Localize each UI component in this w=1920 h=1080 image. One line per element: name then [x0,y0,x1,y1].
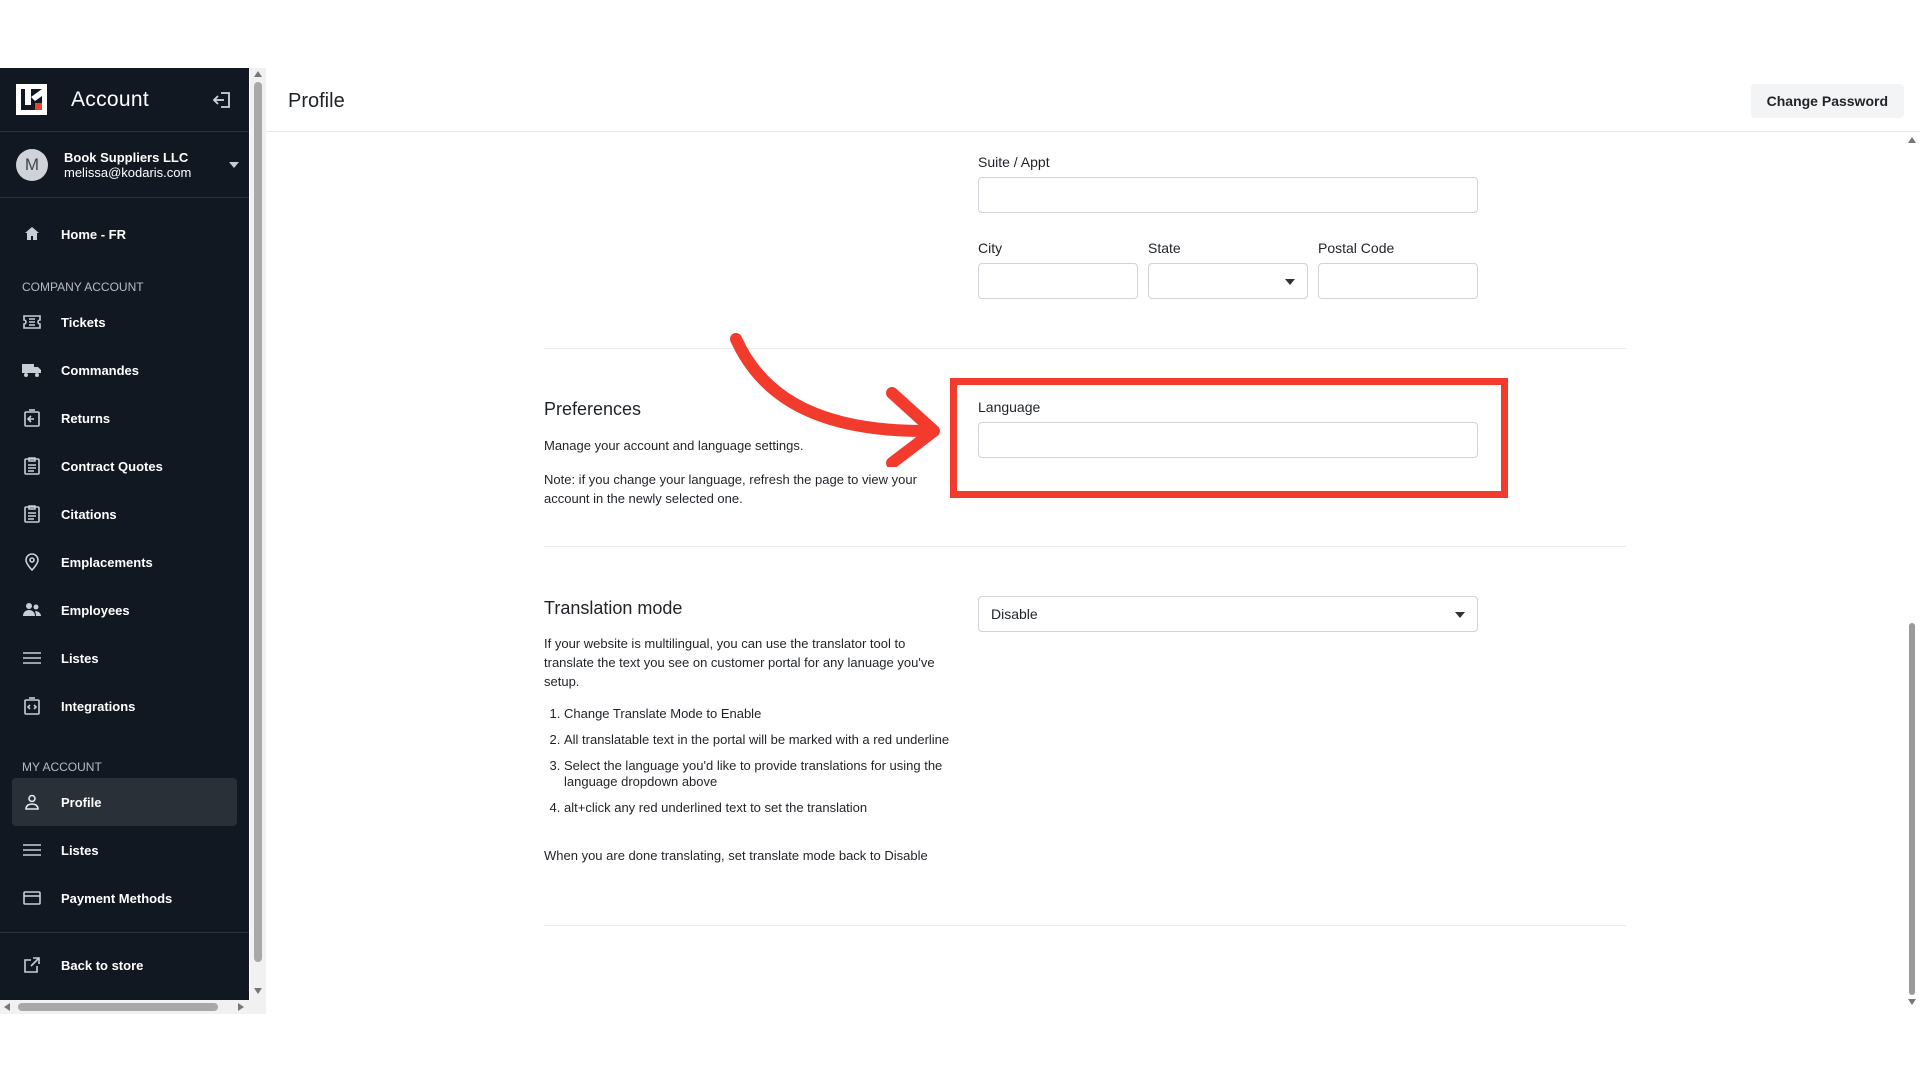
clipboard-icon [22,504,42,524]
list-icon [22,840,42,860]
page-vertical-scrollbar[interactable] [1904,133,1920,1010]
scroll-up-arrow-icon[interactable] [1908,137,1916,143]
section-divider [544,925,1626,926]
section-my-account: MY ACCOUNT [22,760,102,774]
logout-icon[interactable] [209,87,235,113]
postal-code-label: Postal Code [1318,240,1395,256]
section-divider [544,546,1626,547]
city-label: City [978,240,1003,256]
list-item: alt+click any red underlined text to set… [564,800,954,816]
page-header: Profile Change Password [266,68,1920,132]
sidebar-item-commandes[interactable]: Commandes [0,346,249,394]
sidebar-item-citations[interactable]: Citations [0,490,249,538]
return-box-icon [22,408,42,428]
truck-icon [22,360,42,380]
sidebar-item-label: Citations [61,506,117,522]
highlight-box [950,378,1508,498]
sidebar-item-label: Contract Quotes [61,458,163,474]
profile-form: Suite / Appt City State Postal Code Pref… [266,133,1904,1010]
state-label: State [1148,240,1181,256]
translation-mode-select[interactable]: Disable [978,596,1478,632]
sidebar-item-profile[interactable]: Profile [12,778,237,826]
sidebar-item-contract-quotes[interactable]: Contract Quotes [0,442,249,490]
sidebar-item-label: Employees [61,602,130,618]
sidebar-item-my-listes[interactable]: Listes [0,826,249,874]
suite-input[interactable] [978,177,1478,213]
integration-icon [22,696,42,716]
sidebar-divider [0,932,249,933]
chevron-down-icon [1455,612,1465,618]
sidebar-item-label: Tickets [61,314,106,330]
sidebar-item-label: Returns [61,410,111,426]
scroll-down-arrow-icon[interactable] [254,988,262,994]
section-company-account: COMPANY ACCOUNT [22,280,144,294]
sidebar-item-label: Commandes [61,362,140,378]
scrollbar-thumb[interactable] [254,82,262,962]
home-icon [22,224,42,244]
city-input[interactable] [978,263,1138,299]
suite-label: Suite / Appt [978,154,1050,170]
state-select[interactable] [1148,263,1308,299]
external-link-icon [22,955,42,975]
scroll-left-arrow-icon[interactable] [4,1003,10,1011]
user-icon [22,792,42,812]
preferences-note: Note: if you change your language, refre… [544,472,917,506]
list-item: Select the language you'd like to provid… [564,758,954,790]
credit-card-icon [22,888,42,908]
select-value: Disable [991,606,1038,622]
sidebar-horizontal-scrollbar[interactable] [0,1000,266,1014]
change-password-button[interactable]: Change Password [1750,84,1904,118]
sidebar-item-label: Emplacements [61,554,153,570]
scrollbar-thumb[interactable] [1909,623,1915,995]
sidebar-item-label: Listes [61,842,99,858]
translation-footer-note: When you are done translating, set trans… [544,848,928,863]
translation-mode-title: Translation mode [544,598,683,618]
avatar: M [16,148,48,181]
scroll-up-arrow-icon[interactable] [254,71,262,77]
page-title: Profile [288,90,345,112]
sidebar-item-listes[interactable]: Listes [0,634,249,682]
sidebar-item-emplacements[interactable]: Emplacements [0,538,249,586]
sidebar-item-label: Back to store [61,957,144,973]
section-divider [544,348,1626,349]
sidebar-item-employees[interactable]: Employees [0,586,249,634]
list-item: Change Translate Mode to Enable [564,706,954,722]
sidebar-item-label: Listes [61,650,99,666]
user-company-name: Book Suppliers LLC [64,149,189,165]
scrollbar-thumb[interactable] [18,1003,218,1011]
sidebar-item-back-to-store[interactable]: Back to store [0,941,249,989]
location-pin-icon [22,552,42,572]
user-email: melissa@kodaris.com [64,164,192,180]
users-icon [22,600,42,620]
scroll-right-arrow-icon[interactable] [238,1003,244,1011]
user-switcher[interactable]: M Book Suppliers LLC melissa@kodaris.com [0,132,249,198]
annotation-arrow-icon [730,333,940,467]
sidebar-item-home[interactable]: Home - FR [0,210,249,258]
ticket-icon [22,312,42,332]
sidebar-item-label: Profile [61,794,102,810]
sidebar-item-label: Integrations [61,698,136,714]
postal-code-input[interactable] [1318,263,1478,299]
preferences-title: Preferences [544,399,642,419]
sidebar: Account M Book Suppliers LLC melissa@kod… [0,68,249,1010]
sidebar-item-integrations[interactable]: Integrations [0,682,249,730]
translation-steps: Change Translate Mode to Enable All tran… [544,706,954,826]
sidebar-item-returns[interactable]: Returns [0,394,249,442]
sidebar-item-label: Home - FR [61,226,126,242]
list-item: All translatable text in the portal will… [564,732,954,748]
sidebar-header: Account [0,68,249,132]
app-title: Account [71,87,149,111]
translation-mode-description: If your website is multilingual, you can… [544,636,935,689]
sidebar-vertical-scrollbar[interactable] [250,68,266,1010]
scroll-down-arrow-icon[interactable] [1908,999,1916,1005]
clipboard-icon [22,456,42,476]
sidebar-item-payment-methods[interactable]: Payment Methods [0,874,249,922]
kodaris-logo-icon[interactable] [16,84,47,115]
list-icon [22,648,42,668]
sidebar-item-label: Payment Methods [61,890,173,906]
sidebar-item-tickets[interactable]: Tickets [0,298,249,346]
chevron-down-icon[interactable] [229,161,239,168]
chevron-down-icon [1285,279,1295,285]
